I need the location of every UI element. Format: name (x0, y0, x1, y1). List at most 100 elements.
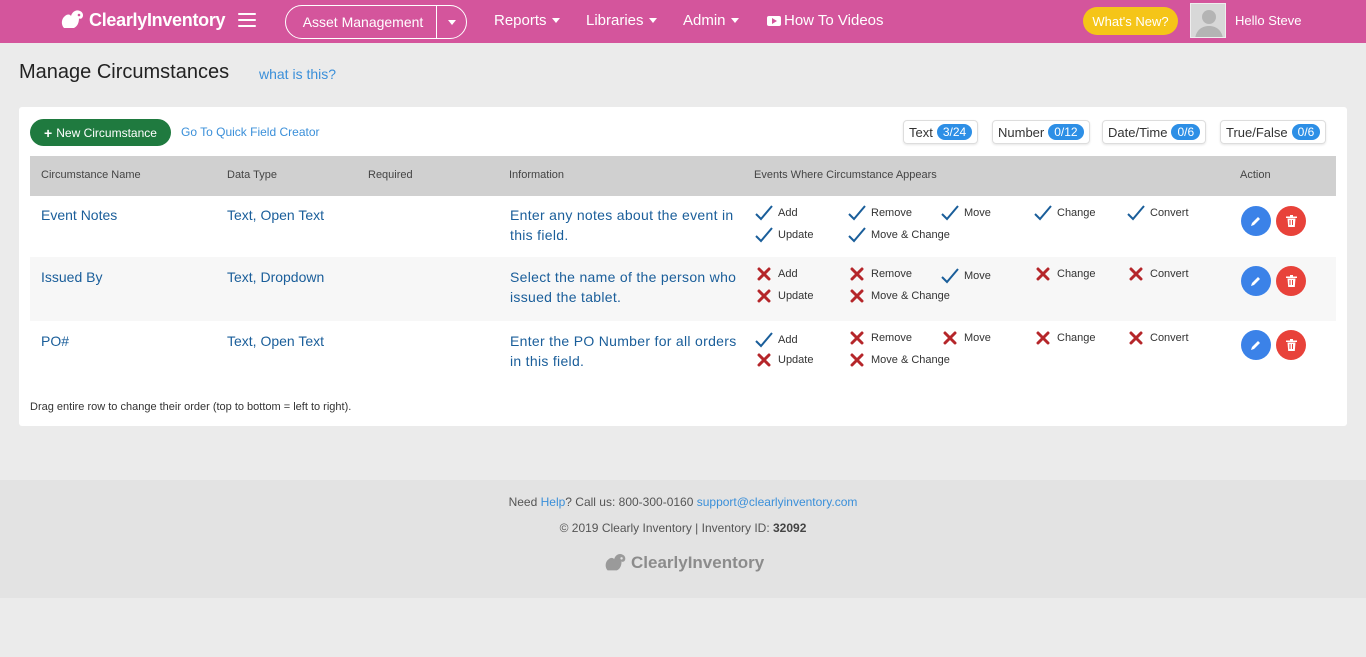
cross-icon (1033, 331, 1053, 345)
event-label: Update (778, 354, 814, 366)
whats-new-button[interactable]: What's New? (1083, 7, 1178, 35)
what-is-this-link[interactable]: what is this? (259, 66, 336, 82)
chevron-down-icon (447, 19, 456, 25)
new-circumstance-label[interactable]: New Circumstance (56, 126, 157, 140)
delete-button[interactable] (1276, 330, 1306, 360)
quick-field-creator-link[interactable]: Go To Quick Field Creator (181, 125, 320, 139)
counter-truefalse: True/False 0/6 (1220, 120, 1327, 144)
user-greeting[interactable]: Hello Steve (1235, 13, 1301, 28)
table-row[interactable]: Event Notes Text, Open Text Enter any note… (30, 196, 1336, 257)
squirrel-logo-icon (605, 554, 626, 571)
event-label: Add (778, 334, 798, 346)
event-label: Remove (871, 268, 912, 280)
edit-button[interactable] (1241, 206, 1271, 236)
event-label: Change (1057, 332, 1096, 344)
cross-icon (1033, 267, 1053, 281)
pencil-icon (1251, 277, 1260, 286)
counter-number: Number 0/12 (992, 120, 1090, 144)
circumstances-panel: + New Circumstance Go To Quick Field Cre… (19, 107, 1347, 426)
counter-badge: 3/24 (936, 124, 973, 140)
check-icon (754, 226, 774, 244)
delete-button[interactable] (1276, 266, 1306, 296)
column-header[interactable]: Required (368, 169, 413, 181)
column-header[interactable]: Events Where Circumstance Appears (754, 169, 937, 181)
event-label: Move & Change (871, 229, 950, 241)
table-row[interactable]: PO# Text, Open Text Enter the PO Number fo… (30, 321, 1336, 393)
inventory-id: 32092 (773, 521, 807, 535)
counter-label: Text (909, 124, 933, 140)
circumstance-name[interactable]: PO# (41, 333, 69, 349)
event-label: Move (964, 207, 991, 219)
copyright-text: © 2019 Clearly Inventory | Inventory ID: (559, 521, 773, 535)
cross-icon (847, 289, 867, 303)
footer-help-link[interactable]: Help (541, 495, 566, 509)
trash-icon (1285, 215, 1297, 227)
nav-how-to-videos[interactable]: How To Videos (767, 12, 884, 29)
event-label: Convert (1150, 207, 1189, 219)
check-icon (1126, 204, 1146, 222)
cross-icon (847, 267, 867, 281)
event-update: Update (754, 226, 813, 244)
table-row[interactable]: Issued By Text, Dropdown Select the name o… (30, 257, 1336, 321)
check-icon (940, 204, 960, 222)
footer-logo: ClearlyInventory (603, 550, 764, 576)
event-move-change: Move & Change (847, 226, 950, 244)
cross-icon (1126, 267, 1146, 281)
footer-email-link[interactable]: support@clearlyinventory.com (697, 495, 858, 509)
nav-admin[interactable]: Admin (683, 12, 739, 29)
information-text: Enter the PO Number for all orders in th… (510, 333, 737, 369)
footer-need: Need (508, 495, 541, 509)
brand-logo[interactable]: ClearlyInventory (59, 3, 226, 37)
column-header[interactable]: Circumstance Name (41, 169, 141, 181)
event-convert: Convert (1126, 267, 1189, 281)
event-add: Add (754, 331, 798, 349)
delete-button[interactable] (1276, 206, 1306, 236)
event-remove: Remove (847, 204, 912, 222)
event-label: Add (778, 207, 798, 219)
footer: Need Help? Call us: 800-300-0160 support… (0, 480, 1366, 598)
column-header[interactable]: Information (509, 169, 564, 181)
circumstance-name[interactable]: Issued By (41, 269, 102, 285)
check-icon (754, 331, 774, 349)
event-label: Move & Change (871, 354, 950, 366)
edit-button[interactable] (1241, 266, 1271, 296)
avatar[interactable] (1190, 3, 1226, 38)
top-navbar: ClearlyInventory Asset Management Report… (0, 0, 1366, 43)
data-type: Text, Open Text (227, 333, 325, 349)
menu-hamburger-icon[interactable] (238, 13, 256, 27)
check-icon (847, 226, 867, 244)
table-header: Circumstance Name Data Type Required Inf… (30, 156, 1336, 196)
event-move: Move (940, 331, 991, 345)
event-label: Update (778, 290, 814, 302)
cross-icon (940, 331, 960, 345)
nav-videos-label[interactable]: How To Videos (784, 12, 884, 29)
event-move: Move (940, 204, 991, 222)
footer-phone: ? Call us: 800-300-0160 (565, 495, 697, 509)
event-change: Change (1033, 331, 1096, 345)
squirrel-logo-icon (61, 10, 84, 28)
asset-management-label[interactable]: Asset Management (286, 14, 436, 30)
column-header[interactable]: Action (1240, 169, 1271, 181)
nav-reports-label[interactable]: Reports (494, 12, 547, 29)
footer-copyright: © 2019 Clearly Inventory | Inventory ID:… (0, 521, 1366, 535)
counter-badge: 0/12 (1048, 124, 1084, 140)
asset-management-dropdown[interactable]: Asset Management (285, 5, 467, 39)
nav-libraries[interactable]: Libraries (586, 12, 657, 29)
counter-badge: 0/6 (1171, 124, 1201, 140)
circumstance-name[interactable]: Event Notes (41, 207, 117, 223)
data-type: Text, Dropdown (227, 269, 325, 285)
nav-reports[interactable]: Reports (494, 12, 560, 29)
event-update: Update (754, 353, 813, 367)
column-header[interactable]: Data Type (227, 169, 277, 181)
edit-button[interactable] (1241, 330, 1271, 360)
event-change: Change (1033, 204, 1096, 222)
check-icon (940, 267, 960, 285)
trash-icon (1285, 275, 1297, 287)
user-silhouette-icon (1191, 4, 1225, 37)
asset-management-caret[interactable] (436, 6, 466, 38)
new-circumstance-button[interactable]: + New Circumstance (30, 119, 171, 146)
cross-icon (754, 289, 774, 303)
nav-libraries-label[interactable]: Libraries (586, 12, 644, 29)
event-label: Move & Change (871, 290, 950, 302)
nav-admin-label[interactable]: Admin (683, 12, 726, 29)
